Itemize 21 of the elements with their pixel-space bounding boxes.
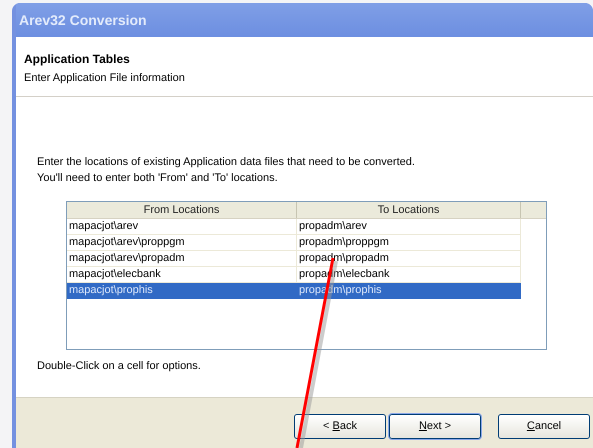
table-cell: propadm\arev bbox=[297, 219, 521, 234]
window-title: Arev32 Conversion bbox=[19, 10, 147, 30]
table-row[interactable]: mapacjot\arev propadm\arev bbox=[67, 219, 521, 235]
table-cell: propadm\propadm bbox=[297, 251, 521, 266]
page-title: Application Tables bbox=[24, 51, 131, 68]
table-cell: propadm\proppgm bbox=[297, 235, 521, 250]
table-row[interactable]: mapacjot\arev\proppgm propadm\proppgm bbox=[67, 235, 521, 251]
table-cell: mapacjot\elecbank bbox=[67, 267, 297, 282]
wizard-button[interactable]: < Back bbox=[294, 414, 386, 439]
wizard-button[interactable]: Cancel bbox=[498, 414, 590, 439]
wizard-button[interactable]: Next > bbox=[389, 414, 481, 439]
instructions-text: Enter the locations of existing Application data files that need to be converted. You'll need to enter both 'From' and 'To' locations. bbox=[37, 155, 416, 186]
hint-text: Double-Click on a cell for options. bbox=[37, 359, 202, 374]
table-cell: mapacjot\arev\propadm bbox=[67, 251, 297, 266]
table-cell: mapacjot\prophis bbox=[67, 283, 297, 298]
table-cell: mapacjot\arev\proppgm bbox=[67, 235, 297, 250]
table-row[interactable]: mapacjot\arev\propadm propadm\propadm bbox=[67, 251, 521, 267]
column-header[interactable]: From Locations bbox=[67, 202, 297, 218]
table-cell: mapacjot\arev bbox=[67, 219, 297, 234]
page-subtitle: Enter Application File information bbox=[24, 71, 186, 86]
column-header[interactable]: To Locations bbox=[297, 202, 521, 218]
